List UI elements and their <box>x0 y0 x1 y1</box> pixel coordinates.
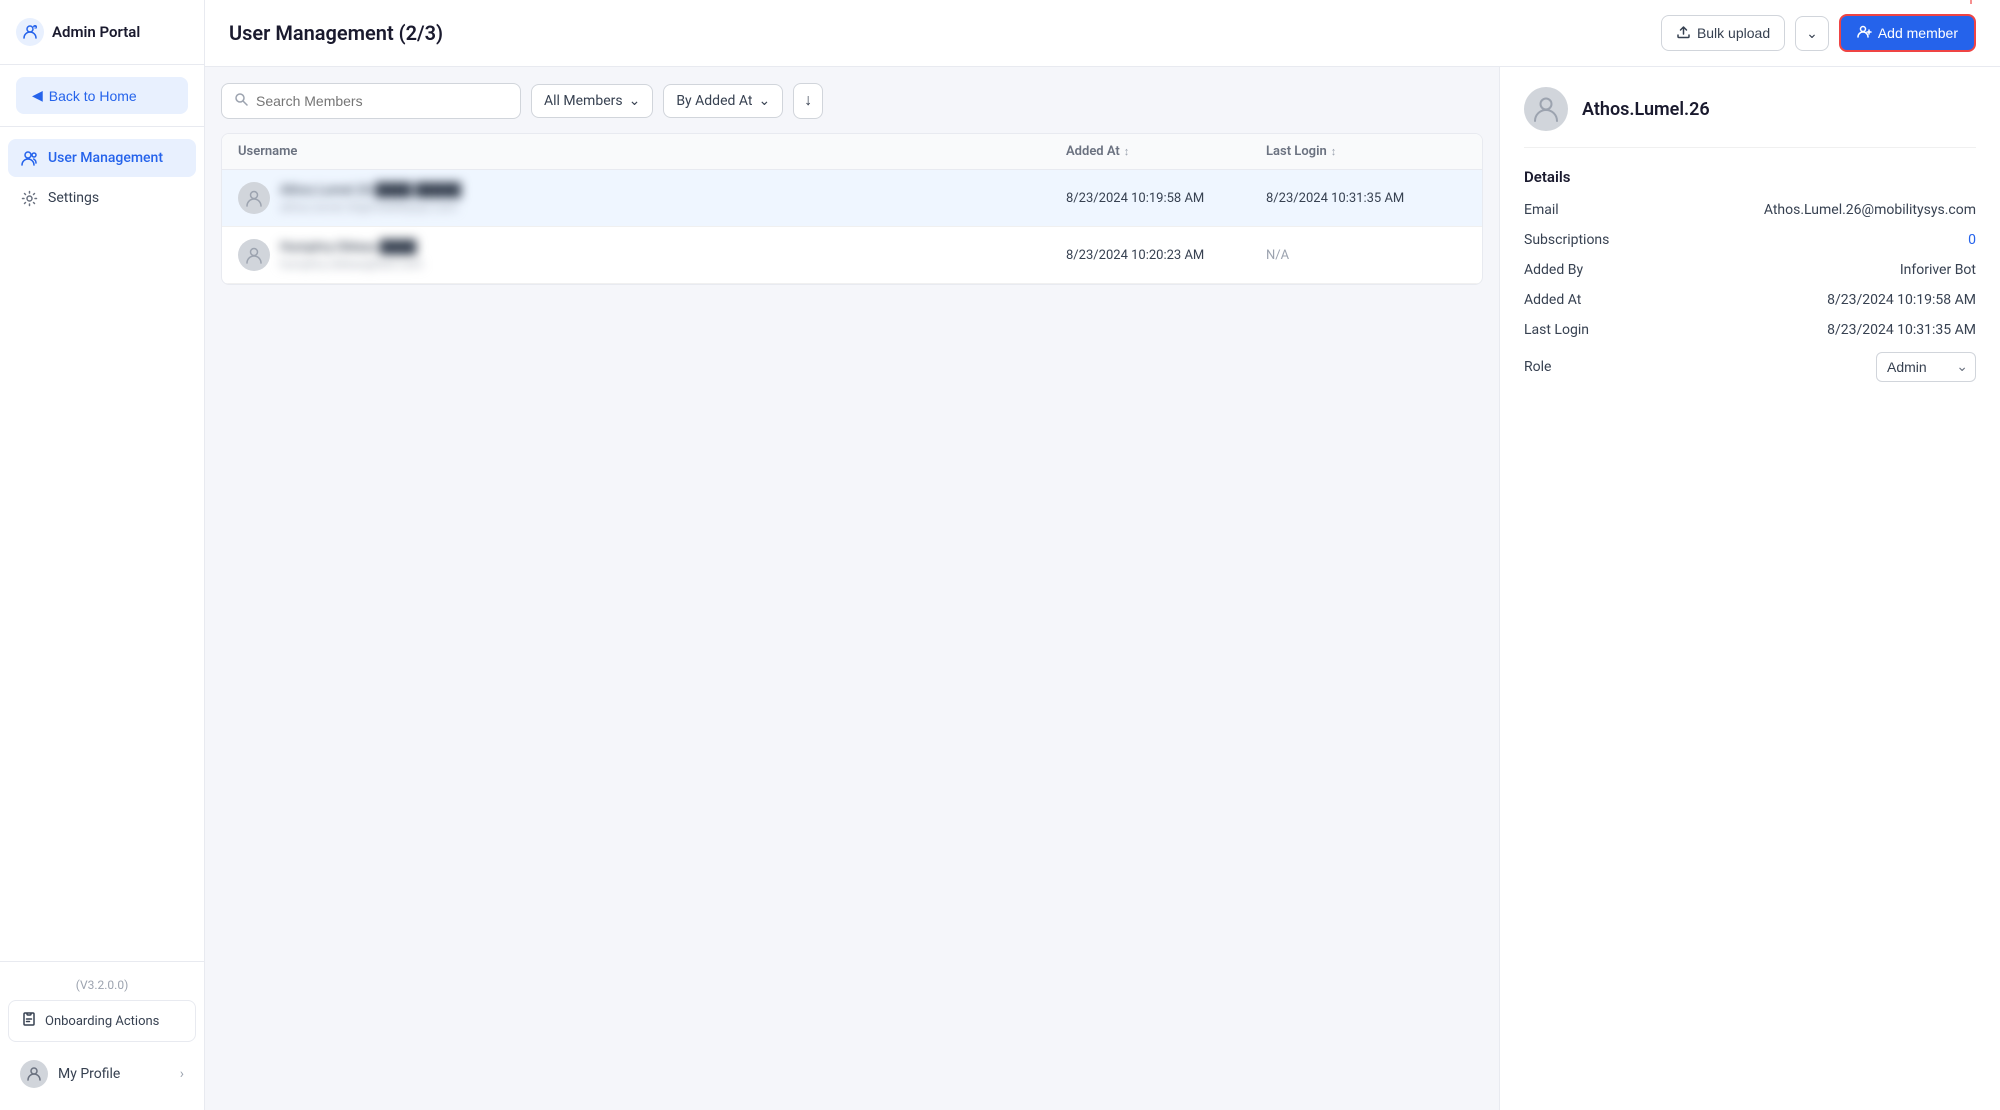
role-wrapper: Admin Member Viewer <box>1876 352 1976 382</box>
user-name-2: Humphry.Obleas ████ <box>280 239 423 255</box>
add-member-label: Add member <box>1878 25 1958 41</box>
all-members-filter[interactable]: All Members ⌄ <box>531 84 653 118</box>
profile-avatar <box>20 1060 48 1088</box>
bulk-upload-button[interactable]: Bulk upload <box>1661 15 1785 51</box>
last-login-1: 8/23/2024 10:31:35 AM <box>1266 191 1466 206</box>
sort-arrows-last-login: ↕ <box>1331 145 1337 158</box>
added-at-label: Added At <box>1524 292 1644 308</box>
by-added-at-filter[interactable]: By Added At ⌄ <box>663 84 783 118</box>
add-member-button[interactable]: ↑ Add member <box>1839 14 1976 52</box>
admin-portal-icon: ⚙ <box>16 18 44 46</box>
detail-row-added-at: Added At 8/23/2024 10:19:58 AM <box>1524 292 1976 308</box>
user-email-1: athos.lumel.26@mobilitysys.com <box>280 200 461 214</box>
column-header-last-login[interactable]: Last Login ↕ <box>1266 144 1466 159</box>
search-input[interactable] <box>256 93 508 109</box>
chevron-left-icon: ◀ <box>32 87 43 104</box>
detail-avatar <box>1524 87 1568 131</box>
table-header: Username Added At ↕ Last Login ↕ <box>222 134 1482 170</box>
version-text: (V3.2.0.0) <box>8 974 196 1000</box>
topbar: User Management (2/3) Bulk upload ⌄ ↑ <box>205 0 2000 67</box>
sidebar-item-settings-label: Settings <box>48 190 99 206</box>
column-header-username: Username <box>238 144 1066 159</box>
table-row[interactable]: Athos.Lumel.26 ████ █████ athos.lumel.26… <box>222 170 1482 227</box>
sidebar-bottom: (V3.2.0.0) Onboarding Actions My <box>0 961 204 1110</box>
upload-icon <box>1676 24 1691 42</box>
content-area: All Members ⌄ By Added At ⌄ ↓ Username <box>205 67 2000 1110</box>
bulk-upload-label: Bulk upload <box>1697 25 1770 41</box>
detail-username: Athos.Lumel.26 <box>1582 99 1710 120</box>
email-value: Athos.Lumel.26@mobilitysys.com <box>1764 202 1976 218</box>
bulk-upload-dropdown-button[interactable]: ⌄ <box>1795 16 1829 51</box>
chevron-down-icon: ⌄ <box>1806 25 1818 41</box>
added-at-1: 8/23/2024 10:19:58 AM <box>1066 191 1266 206</box>
detail-row-added-by: Added By Inforiver Bot <box>1524 262 1976 278</box>
onboarding-actions-label: Onboarding Actions <box>45 1014 159 1029</box>
user-avatar-1 <box>238 182 270 214</box>
table-row[interactable]: Humphry.Obleas ████ humphry.obleas@test.… <box>222 227 1482 284</box>
last-login-2: N/A <box>1266 248 1466 263</box>
search-box[interactable] <box>221 83 521 119</box>
main-content: User Management (2/3) Bulk upload ⌄ ↑ <box>205 0 2000 1110</box>
user-avatar-2 <box>238 239 270 271</box>
role-select[interactable]: Admin Member Viewer <box>1876 352 1976 382</box>
search-icon <box>234 92 248 110</box>
column-header-added-at[interactable]: Added At ↕ <box>1066 144 1266 159</box>
user-table: Username Added At ↕ Last Login ↕ <box>221 133 1483 285</box>
gear-icon <box>20 189 38 207</box>
detail-row-role: Role Admin Member Viewer <box>1524 352 1976 382</box>
user-name-1: Athos.Lumel.26 ████ █████ <box>280 182 461 198</box>
detail-row-last-login: Last Login 8/23/2024 10:31:35 AM <box>1524 322 1976 338</box>
added-at-value: 8/23/2024 10:19:58 AM <box>1827 292 1976 308</box>
all-members-label: All Members <box>544 93 623 109</box>
user-cell-1: Athos.Lumel.26 ████ █████ athos.lumel.26… <box>238 182 1066 214</box>
sidebar-logo: ⚙ Admin Portal <box>0 0 204 65</box>
detail-header: Athos.Lumel.26 <box>1524 87 1976 148</box>
sidebar-logo-text: Admin Portal <box>52 23 140 41</box>
last-login-label: Last Login <box>1524 322 1644 338</box>
subscriptions-label: Subscriptions <box>1524 232 1644 248</box>
detail-row-email: Email Athos.Lumel.26@mobilitysys.com <box>1524 202 1976 218</box>
add-member-arrow-indicator: ↑ <box>1964 0 1978 10</box>
added-by-value: Inforiver Bot <box>1900 262 1976 278</box>
add-user-icon <box>1857 24 1872 42</box>
user-email-2: humphry.obleas@test.com <box>280 257 423 271</box>
by-added-at-label: By Added At <box>676 93 752 109</box>
sort-direction-button[interactable]: ↓ <box>793 83 823 119</box>
filters-row: All Members ⌄ By Added At ⌄ ↓ <box>221 83 1483 119</box>
my-profile-label: My Profile <box>58 1066 120 1082</box>
chevron-right-icon: › <box>180 1066 184 1082</box>
clipboard-icon <box>21 1011 37 1031</box>
user-cell-2: Humphry.Obleas ████ humphry.obleas@test.… <box>238 239 1066 271</box>
onboarding-actions-button[interactable]: Onboarding Actions <box>8 1000 196 1042</box>
sidebar-nav: User Management Settings <box>0 127 204 961</box>
svg-text:⚙: ⚙ <box>33 26 36 30</box>
added-at-2: 8/23/2024 10:20:23 AM <box>1066 248 1266 263</box>
chevron-down-icon: ⌄ <box>629 93 641 109</box>
sidebar-item-user-management[interactable]: User Management <box>8 139 196 177</box>
sidebar: ⚙ Admin Portal ◀ Back to Home User Manag… <box>0 0 205 1110</box>
sidebar-item-settings[interactable]: Settings <box>8 179 196 217</box>
page-title: User Management (2/3) <box>229 21 443 45</box>
subscriptions-value[interactable]: 0 <box>1968 232 1976 248</box>
sidebar-back-section: ◀ Back to Home <box>0 65 204 127</box>
sort-desc-icon: ↓ <box>804 92 812 110</box>
sidebar-item-user-management-label: User Management <box>48 150 163 166</box>
sort-arrows-added-at: ↕ <box>1124 145 1130 158</box>
topbar-actions: Bulk upload ⌄ ↑ Add member <box>1661 14 1976 52</box>
email-label: Email <box>1524 202 1644 218</box>
detail-row-subscriptions: Subscriptions 0 <box>1524 232 1976 248</box>
back-to-home-button[interactable]: ◀ Back to Home <box>16 77 188 114</box>
role-label: Role <box>1524 359 1644 375</box>
chevron-down-icon: ⌄ <box>758 93 770 109</box>
detail-section-title: Details <box>1524 168 1976 186</box>
added-by-label: Added By <box>1524 262 1644 278</box>
table-section: All Members ⌄ By Added At ⌄ ↓ Username <box>205 67 1500 1110</box>
detail-panel: Athos.Lumel.26 Details Email Athos.Lumel… <box>1500 67 2000 1110</box>
users-icon <box>20 149 38 167</box>
my-profile-button[interactable]: My Profile › <box>8 1050 196 1098</box>
last-login-value: 8/23/2024 10:31:35 AM <box>1827 322 1976 338</box>
